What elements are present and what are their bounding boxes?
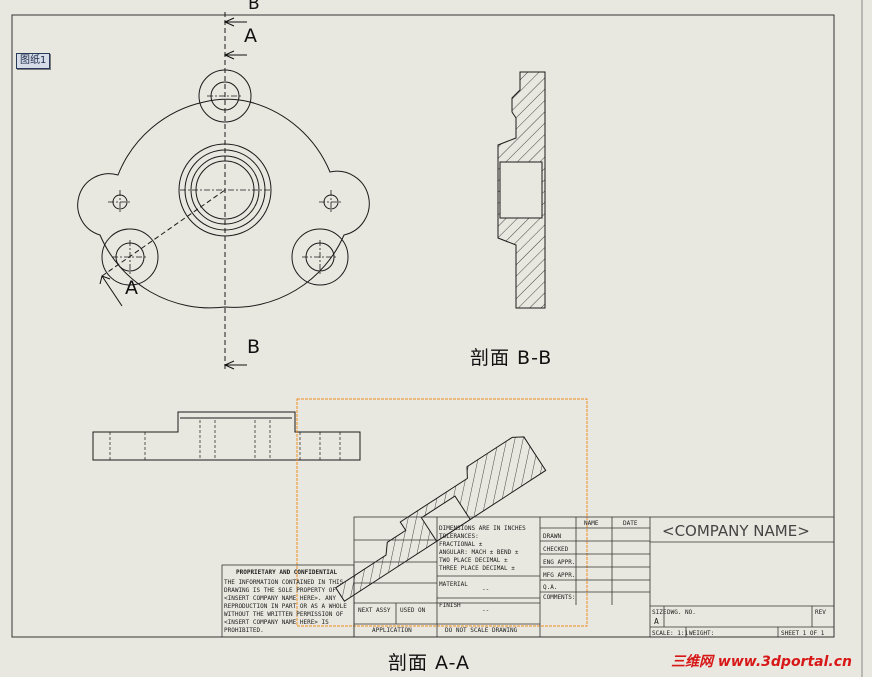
proprietary-line-1: DRAWING IS THE SOLE PROPERTY OF: [224, 587, 336, 594]
proprietary-line-6: PROHIBITED.: [224, 627, 264, 634]
row-checked: CHECKED: [543, 546, 569, 553]
row-comments: COMMENTS:: [543, 594, 576, 601]
section-label-top-b: B: [248, 0, 260, 14]
row-drawn: DRAWN: [543, 533, 561, 540]
section-label-left-a: A: [125, 277, 138, 299]
note-0: DIMENSIONS ARE IN INCHES: [439, 525, 526, 532]
used-on: USED ON: [400, 607, 426, 614]
do-not-scale: DO NOT SCALE DRAWING: [445, 627, 518, 634]
proprietary-line-2: <INSERT COMPANY NAME HERE>. ANY: [224, 595, 336, 602]
company-name: <COMPANY NAME>: [662, 522, 810, 540]
size-value: A: [654, 617, 659, 626]
scale-label: SCALE: 1:1: [652, 630, 689, 637]
section-bb-view[interactable]: [497, 71, 546, 309]
col-name: NAME: [584, 520, 599, 527]
sheet-tab[interactable]: 图纸1: [16, 53, 51, 69]
proprietary-line-0: THE INFORMATION CONTAINED IN THIS: [224, 579, 344, 586]
row-qa: Q.A.: [543, 584, 557, 591]
section-label-bottom-b: B: [247, 336, 261, 358]
proprietary-line-5: <INSERT COMPANY NAME HERE> IS: [224, 619, 329, 626]
finish-value: --: [482, 607, 489, 614]
dwg-no: DWG. NO.: [667, 609, 696, 616]
proprietary-line-3: REPRODUCTION IN PART OR AS A WHOLE: [224, 603, 347, 610]
finish-label: FINISH: [439, 602, 461, 609]
note-4: TWO PLACE DECIMAL ±: [439, 557, 508, 564]
weight-label: WEIGHT:: [689, 630, 714, 637]
watermark: 三维网 www.3dportal.cn: [671, 654, 852, 670]
note-2: FRACTIONAL ±: [439, 541, 483, 548]
drawing-canvas[interactable]: NAME DATE DRAWN CHECKED ENG APPR. MFG AP…: [0, 0, 872, 677]
material-value: --: [482, 586, 489, 593]
material-label: MATERIAL: [439, 581, 468, 588]
application: APPLICATION: [372, 627, 412, 634]
proprietary-line-4: WITHOUT THE WRITTEN PERMISSION OF: [224, 611, 344, 618]
rev-label: REV: [815, 609, 826, 616]
section-aa-title: 剖面 A-A: [388, 652, 471, 674]
side-view[interactable]: [92, 411, 361, 461]
row-eng-appr: ENG APPR.: [543, 559, 576, 566]
next-assy: NEXT ASSY: [358, 607, 391, 614]
section-label-top-a: A: [244, 25, 257, 47]
proprietary-heading: PROPRIETARY AND CONFIDENTIAL: [236, 569, 338, 576]
note-5: THREE PLACE DECIMAL ±: [439, 565, 515, 572]
section-bb-title: 剖面 B-B: [470, 347, 553, 369]
front-view[interactable]: [77, 12, 370, 372]
note-3: ANGULAR: MACH ± BEND ±: [439, 549, 519, 556]
size-label: SIZE: [652, 609, 667, 616]
row-mfg-appr: MFG APPR.: [543, 572, 576, 579]
sheet-label: SHEET 1 OF 1: [781, 630, 825, 637]
col-date: DATE: [623, 520, 638, 527]
note-1: TOLERANCES:: [439, 533, 479, 540]
